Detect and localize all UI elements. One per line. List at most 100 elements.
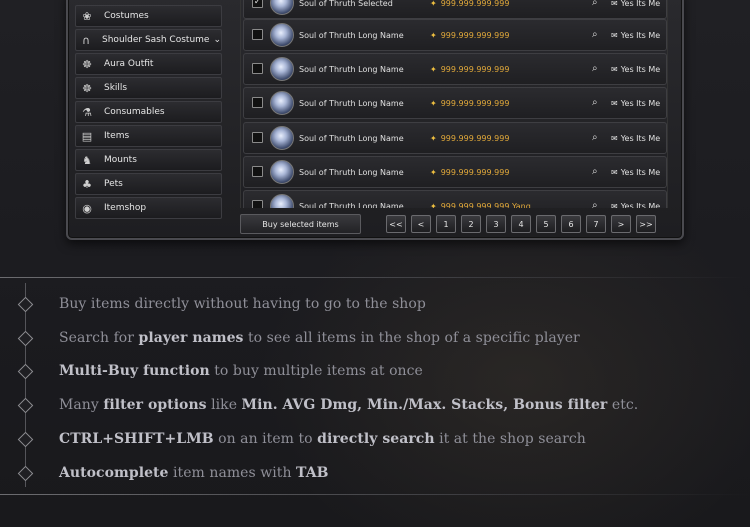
sidebar-item-label: Aura Outfit [104,59,154,69]
search-icon[interactable]: ⌕ [592,200,598,208]
feature-item: CTRL+SHIFT+LMB on an item to directly se… [59,431,586,447]
feature-highlight: Min. AVG Dmg, Min./Max. Stacks, Bonus fi… [241,397,608,413]
sidebar-item-items[interactable]: ▤ Items [75,125,222,147]
divider-top [0,277,750,278]
seller-link[interactable]: ✉ Yes Its Me [611,99,660,108]
page-button[interactable]: 1 [436,215,456,233]
item-price: ✦ 999.999.999.999 [430,31,509,40]
row-checkbox[interactable] [252,97,263,108]
item-name: Soul of Thruth Long Name [299,31,404,40]
listing-row[interactable]: Soul of Thruth Long Name ✦ 999.999.999.999… [243,190,667,208]
feature-highlight: Multi-Buy function [59,363,210,379]
seller-name: Yes Its Me [620,202,661,208]
price-value: 999.999.999.999 [440,65,510,74]
envelope-icon: ✉ [611,31,618,40]
search-icon[interactable]: ⌕ [592,29,598,40]
sidebar-item-aura-outfit[interactable]: ☸ Aura Outfit [75,53,222,75]
sidebar-item-label: Shoulder Sash Costume [102,35,210,45]
search-icon[interactable]: ⌕ [592,132,598,143]
row-checkbox[interactable] [252,63,263,74]
envelope-icon: ✉ [611,202,618,208]
item-price: ✦ 999.999.999.999 Yang [430,202,531,208]
sidebar-item-mounts[interactable]: ♞ Mounts [75,149,222,171]
page-button[interactable]: 3 [486,215,506,233]
listing-row[interactable]: Soul of Thruth Long Name ✦ 999.999.999.999… [243,122,667,154]
feature-text: Buy items directly without having to go … [59,296,426,312]
feature-text: to buy multiple items at once [209,363,423,379]
feature-item: Buy items directly without having to go … [59,296,426,312]
pet-icon: ♣ [82,177,92,191]
page-button[interactable]: 7 [586,215,606,233]
listing-row[interactable]: Soul of Thruth Long Name ✦ 999.999.999.999… [243,156,667,188]
bullet-diamond-icon [17,431,34,448]
feature-text: item names with [168,465,297,481]
page-button[interactable]: < [411,215,431,233]
gold-coins-icon: ✦ [430,0,437,8]
sash-icon: ∩ [81,33,91,47]
item-price: ✦ 999.999.999.999 [430,65,509,74]
feature-text: like [206,397,242,413]
listing-row[interactable]: Soul of Thruth Long Name ✦ 999.999.999.999… [243,87,667,119]
page-button[interactable]: >> [636,215,656,233]
sidebar-item-shoulder-sash-costume[interactable]: ∩ Shoulder Sash Costume ⌄ [75,29,222,51]
gold-coins-icon: ✦ [430,168,437,177]
feature-text: etc. [607,397,639,413]
feature-highlight: Autocomplete [59,465,169,481]
listing-row[interactable]: Soul of Thruth Long Name ✦ 999.999.999.999… [243,19,667,51]
row-checkbox[interactable] [252,166,263,177]
search-icon[interactable]: ⌕ [592,63,598,74]
item-price: ✦ 999.999.999.999 [430,0,509,8]
item-name: Soul of Thruth Long Name [299,168,404,177]
item-name: Soul of Thruth Long Name [299,65,404,74]
soul-gem-icon [270,194,294,208]
sidebar-item-label: Mounts [104,155,137,165]
seller-link[interactable]: ✉ Yes Its Me [611,202,660,208]
row-checkbox[interactable] [252,29,263,40]
price-value: 999.999.999.999 [440,134,510,143]
row-checkbox[interactable]: ✓ [252,0,263,8]
row-checkbox[interactable] [252,200,263,208]
seller-link[interactable]: ✉ Yes Its Me [611,168,660,177]
page-button[interactable]: > [611,215,631,233]
listing-row[interactable]: Soul of Thruth Long Name ✦ 999.999.999.999… [243,53,667,85]
row-checkbox[interactable] [252,132,263,143]
seller-link[interactable]: ✉ Yes Its Me [611,0,660,8]
gold-coins-icon: ✦ [430,31,437,40]
price-value: 999.999.999.999 Yang [440,202,531,208]
feature-highlight: TAB [296,465,329,481]
search-icon[interactable]: ⌕ [592,0,598,8]
bullet-diamond-icon [17,465,34,482]
seller-name: Yes Its Me [620,134,661,143]
bullet-diamond-icon [17,296,34,313]
seller-link[interactable]: ✉ Yes Its Me [611,134,660,143]
page-button[interactable]: << [386,215,406,233]
page-button[interactable]: 6 [561,215,581,233]
search-icon[interactable]: ⌕ [592,166,598,177]
sidebar-item-skills[interactable]: ☸ Skills [75,77,222,99]
sidebar-item-itemshop[interactable]: ◉ Itemshop [75,197,222,219]
bullet-diamond-icon [17,397,34,414]
item-name: Soul of Thruth Long Name [299,202,404,208]
page-button[interactable]: 4 [511,215,531,233]
buy-selected-button[interactable]: Buy selected items [240,214,361,234]
page-button[interactable]: 5 [536,215,556,233]
item-name: Soul of Thruth Long Name [299,134,404,143]
bullet-diamond-icon [17,330,34,347]
feature-highlight: directly search [317,431,435,447]
seller-name: Yes Its Me [620,31,661,40]
chevron-down-icon[interactable]: ⌄ [213,35,221,45]
horse-icon: ♞ [82,153,92,167]
sidebar-item-label: Skills [104,83,128,93]
sidebar-item-pets[interactable]: ♣ Pets [75,173,222,195]
sidebar-item-costumes[interactable]: ❀ Costumes [75,5,222,27]
seller-link[interactable]: ✉ Yes Its Me [611,31,660,40]
listing-row[interactable]: ✓ Soul of Thruth Selected ✦ 999.999.999.999… [243,0,667,19]
feature-item: Autocomplete item names with TAB [59,465,329,481]
mask-icon: ❀ [82,9,92,23]
item-name: Soul of Thruth Long Name [299,99,404,108]
search-icon[interactable]: ⌕ [592,97,598,108]
feature-text: Many [59,397,104,413]
seller-link[interactable]: ✉ Yes Its Me [611,65,660,74]
sidebar-item-consumables[interactable]: ⚗ Consumables [75,101,222,123]
page-button[interactable]: 2 [461,215,481,233]
